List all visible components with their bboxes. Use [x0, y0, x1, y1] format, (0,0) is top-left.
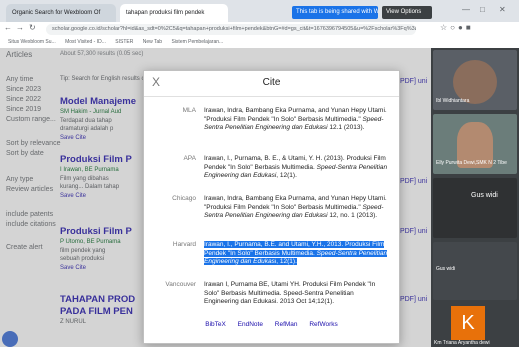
citation-text-harvard[interactable]: Irawan, I., Purnama, B.E. and Utami, Y.H… — [204, 241, 390, 267]
citation-style-label: Harvard — [172, 241, 196, 248]
bookmark-item[interactable]: Situs Wexbloom Su... — [8, 39, 56, 45]
export-refman-link[interactable]: RefMan — [275, 321, 298, 328]
browser-tab-scholar[interactable]: tahapan produksi film pendek — [120, 4, 228, 22]
bookmark-item[interactable]: New Tab — [143, 39, 162, 45]
view-options-button[interactable]: View Options — [382, 6, 432, 19]
participant-name: Gus widi — [436, 266, 456, 272]
citation-style-label: APA — [183, 155, 196, 162]
avatar: K — [451, 306, 485, 340]
minimize-icon[interactable]: — — [462, 5, 470, 14]
participant-name: Ibl Widhiantara — [436, 98, 470, 104]
video-tile: Gus widi — [433, 242, 517, 300]
export-refworks-link[interactable]: RefWorks — [309, 321, 337, 328]
citation-text-chicago[interactable]: Irawan, Indra, Bambang Eka Purnama, and … — [204, 195, 390, 221]
url-field[interactable]: scholar.google.co.id/scholar?hl=id&as_sd… — [46, 24, 416, 35]
toolbar-icons[interactable]: ☆○●■ — [440, 23, 474, 32]
close-window-icon[interactable]: ✕ — [499, 5, 506, 14]
browser-tab-bar: Organic Search for Wexbloom Of tahapan p… — [0, 0, 519, 22]
selected-citation-tail: , 12(1). — [276, 258, 297, 265]
bookmark-item[interactable]: Most Visited - ID... — [65, 39, 106, 45]
participant-name: Gus widi — [471, 192, 498, 199]
citation-text-mla[interactable]: Irawan, Indra, Bambang Eka Purnama, and … — [204, 107, 390, 133]
participant-name: Km Triana Aryantha dewi — [434, 340, 490, 346]
citation-text-vancouver[interactable]: Irawan I, Purnama BE, Utami YH. Produksi… — [204, 281, 390, 307]
reload-icon[interactable]: ↻ — [29, 23, 36, 32]
citation-style-label: MLA — [182, 107, 196, 114]
citation-style-label: Chicago — [172, 195, 196, 202]
citation-text-apa[interactable]: Irawan, I., Purnama, B. E., & Utami, Y. … — [204, 155, 390, 181]
video-tile: Ibl Widhiantara — [433, 50, 517, 110]
video-tile: Elly Purwita Dewi,SMK N 2 Tibe — [433, 114, 517, 174]
cite-dialog-title: Cite — [262, 77, 281, 88]
participant-name: Elly Purwita Dewi,SMK N 2 Tibe — [436, 160, 507, 166]
maximize-icon[interactable]: □ — [480, 5, 485, 14]
back-icon[interactable]: ← — [4, 23, 12, 32]
address-bar-row: ← → ↻ scholar.google.co.id/scholar?hl=id… — [0, 22, 519, 38]
export-links: BibTeX EndNote RefMan RefWorks — [144, 321, 399, 328]
export-bibtex-link[interactable]: BibTeX — [205, 321, 226, 328]
cite-dialog: X Cite MLA Irawan, Indra, Bambang Eka Pu… — [143, 70, 400, 344]
browser-tab-organic-search[interactable]: Organic Search for Wexbloom Of — [6, 4, 116, 22]
bookmark-item[interactable]: SISTER — [115, 39, 133, 45]
bookmark-item[interactable]: Sistem Pembelajaran... — [171, 39, 223, 45]
citation-style-label: Vancouver — [165, 281, 196, 288]
tab-sharing-banner: This tab is being shared with Wexbloom s… — [292, 6, 378, 19]
video-tile: Gus widi — [433, 178, 517, 238]
cite-dialog-header: X Cite — [144, 71, 399, 97]
forward-icon[interactable]: → — [16, 23, 24, 32]
export-endnote-link[interactable]: EndNote — [238, 321, 263, 328]
video-call-panel: Ibl Widhiantara Elly Purwita Dewi,SMK N … — [431, 48, 519, 347]
